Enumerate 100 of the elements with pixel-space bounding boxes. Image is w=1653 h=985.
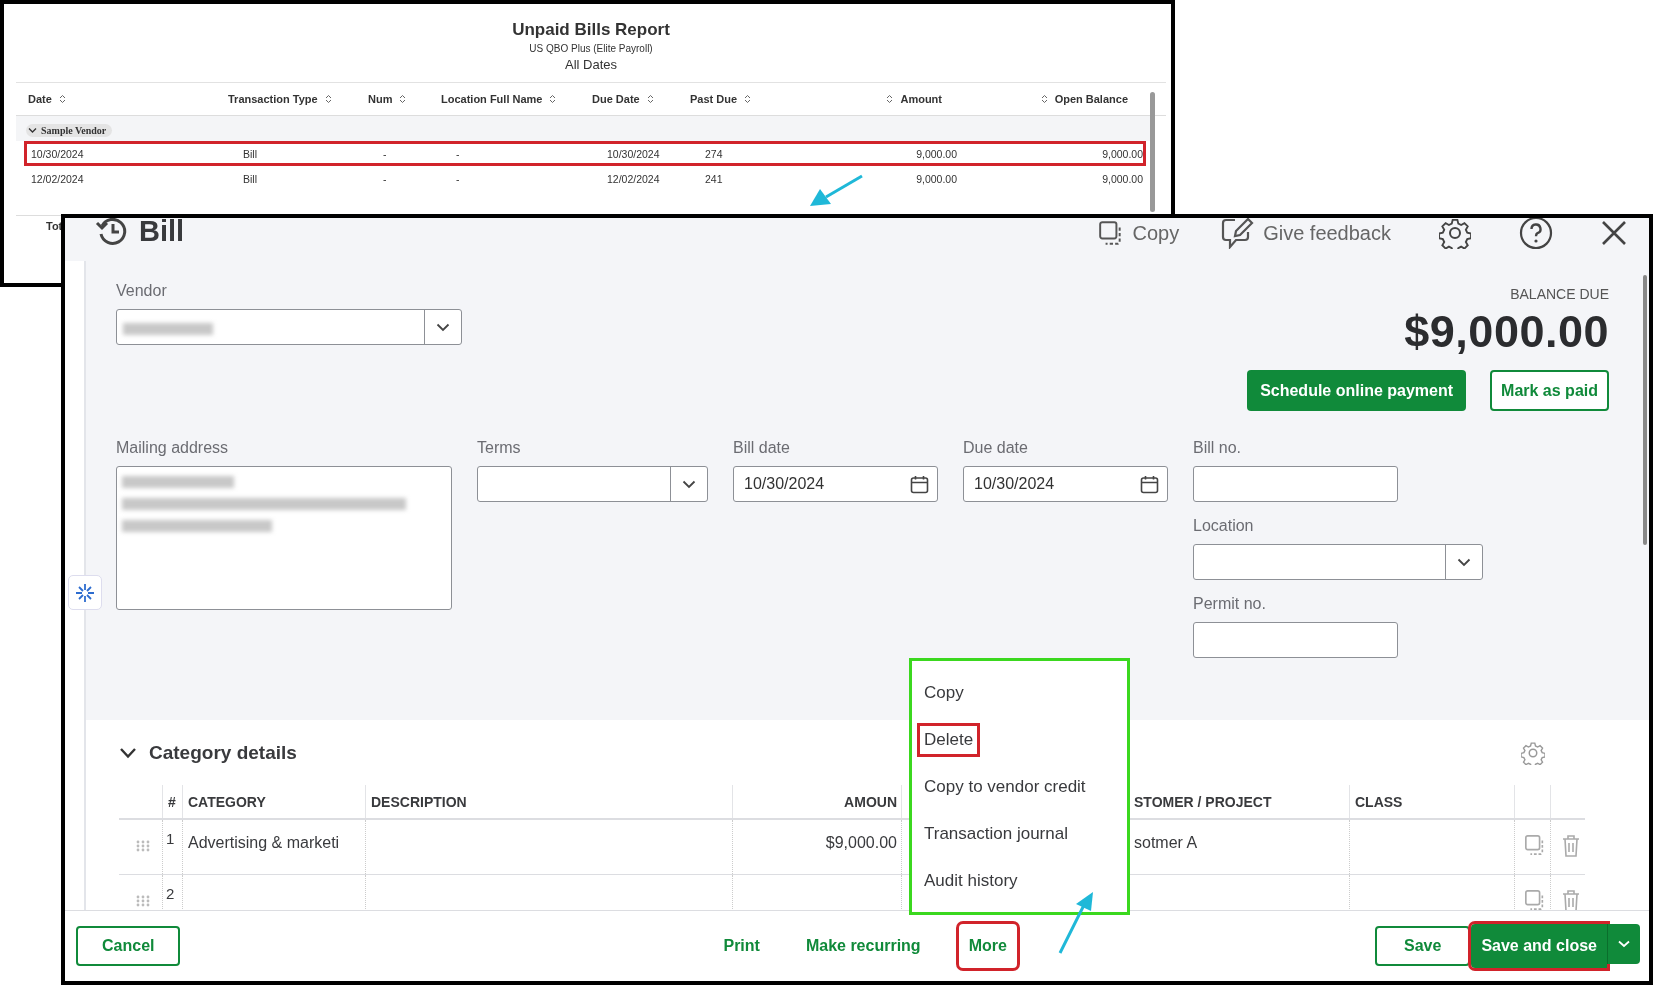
field-label: Terms bbox=[477, 439, 522, 457]
field-label: Bill no. bbox=[1193, 439, 1243, 457]
drag-handle-icon[interactable] bbox=[136, 840, 150, 852]
settings-icon[interactable] bbox=[1439, 218, 1471, 249]
group-header[interactable]: Sample Vendor bbox=[26, 124, 113, 137]
sort-icon[interactable] bbox=[744, 94, 752, 104]
table-cell: 241 bbox=[705, 173, 723, 185]
assistant-button[interactable] bbox=[68, 575, 102, 610]
table-cell: 10/30/2024 bbox=[31, 148, 84, 160]
close-icon[interactable] bbox=[1601, 220, 1627, 246]
column-header: CATEGORY bbox=[188, 793, 266, 810]
arrow bbox=[810, 174, 863, 206]
column-header: AMOUN bbox=[844, 793, 897, 810]
sort-icon[interactable] bbox=[549, 94, 557, 104]
table-cell[interactable]: sotmer A bbox=[1134, 834, 1198, 874]
save-and-close-button[interactable]: Save and close bbox=[1471, 924, 1607, 968]
sort-icon[interactable] bbox=[399, 94, 407, 104]
action-button[interactable]: Mark as paid bbox=[1490, 370, 1609, 411]
menu-item[interactable]: Audit history bbox=[917, 863, 1025, 898]
input-field[interactable] bbox=[1193, 466, 1398, 502]
action-button[interactable]: Schedule online payment bbox=[1247, 370, 1467, 411]
menu-item[interactable]: Delete bbox=[917, 722, 981, 757]
table-cell: - bbox=[456, 173, 460, 185]
row-number: 2 bbox=[166, 885, 175, 904]
column-header[interactable]: Past Due bbox=[690, 93, 810, 105]
table-cell[interactable]: $9,000.00 bbox=[825, 834, 897, 874]
sort-icon[interactable] bbox=[886, 94, 894, 104]
column-header: CLASS bbox=[1355, 793, 1403, 810]
table-cell: 12/02/2024 bbox=[607, 173, 660, 185]
section-toggle[interactable]: Category details bbox=[119, 742, 297, 764]
sort-icon[interactable] bbox=[646, 94, 654, 104]
feedback-icon bbox=[1221, 218, 1256, 249]
field-label: Location bbox=[1193, 517, 1255, 535]
sparkle-icon bbox=[75, 582, 95, 603]
column-header[interactable]: Date bbox=[28, 93, 228, 105]
report-period: All Dates bbox=[565, 57, 617, 72]
footer-link[interactable]: More bbox=[958, 924, 1017, 968]
drag-handle-icon[interactable] bbox=[136, 895, 150, 907]
dropdown-button[interactable] bbox=[1607, 924, 1640, 964]
chevron-down-icon[interactable] bbox=[436, 322, 450, 332]
sort-icon[interactable] bbox=[58, 94, 66, 104]
sort-icon[interactable] bbox=[324, 94, 332, 104]
report-subtitle: US QBO Plus (Elite Payroll) bbox=[529, 43, 653, 54]
table-cell: Bill bbox=[243, 173, 257, 185]
help-icon[interactable] bbox=[1519, 218, 1553, 250]
form-title: Bill bbox=[139, 218, 185, 248]
column-header[interactable]: Transaction Type bbox=[228, 93, 368, 105]
scrollbar[interactable] bbox=[1643, 275, 1647, 545]
input-field[interactable] bbox=[1193, 622, 1398, 658]
table-cell[interactable]: Advertising & marketi bbox=[188, 834, 340, 874]
table-cell: - bbox=[383, 173, 387, 185]
menu-item[interactable]: Copy bbox=[917, 675, 971, 710]
column-header: # bbox=[168, 793, 176, 810]
menu-item[interactable]: Transaction journal bbox=[917, 816, 1075, 851]
chevron-down-icon[interactable] bbox=[1457, 557, 1471, 567]
column-header[interactable]: Open Balance bbox=[942, 93, 1128, 105]
caret-icon bbox=[1618, 940, 1630, 948]
chevron-icon bbox=[28, 127, 37, 134]
field-label: Due date bbox=[963, 439, 1029, 457]
history-icon[interactable] bbox=[95, 218, 129, 248]
row-number: 1 bbox=[166, 830, 175, 849]
date-field[interactable]: 10/30/2024 bbox=[733, 466, 938, 502]
cancel-button[interactable]: Cancel bbox=[76, 926, 181, 966]
balance-amount: $9,000.00 bbox=[1404, 306, 1609, 358]
field-label: Mailing address bbox=[116, 439, 230, 457]
column-header[interactable]: Amount bbox=[810, 93, 942, 105]
sort-icon[interactable] bbox=[1040, 94, 1048, 104]
field-label: Bill date bbox=[733, 439, 791, 457]
column-header: DESCRIPTION bbox=[371, 793, 467, 810]
table-cell: 9,000.00 bbox=[916, 148, 957, 160]
column-header[interactable]: Num bbox=[368, 93, 441, 105]
balance-label: BALANCE DUE bbox=[1510, 286, 1609, 302]
date-field[interactable]: 10/30/2024 bbox=[963, 466, 1168, 502]
table-cell: 9,000.00 bbox=[1102, 173, 1143, 185]
table-cell: 10/30/2024 bbox=[607, 148, 660, 160]
table-cell: 274 bbox=[705, 148, 723, 160]
menu-item[interactable]: Copy to vendor credit bbox=[917, 769, 1093, 804]
column-header[interactable]: Due Date bbox=[592, 93, 690, 105]
field-label: Permit no. bbox=[1193, 595, 1267, 613]
arrow bbox=[1058, 892, 1093, 954]
table-cell: - bbox=[456, 148, 460, 160]
total-label: Tot bbox=[46, 220, 63, 232]
table-cell: Bill bbox=[243, 148, 257, 160]
address-field[interactable] bbox=[116, 466, 452, 610]
calendar-icon[interactable] bbox=[1140, 474, 1159, 494]
table-cell: 12/02/2024 bbox=[31, 173, 84, 185]
toolbar-button[interactable]: Copy bbox=[1098, 220, 1180, 246]
chevron-down-icon[interactable] bbox=[682, 479, 696, 489]
table-cell: - bbox=[383, 148, 387, 160]
footer-link[interactable]: Print bbox=[715, 926, 768, 966]
table-cell: 9,000.00 bbox=[1102, 148, 1143, 160]
toolbar-button[interactable]: Give feedback bbox=[1221, 218, 1391, 249]
field-label: Vendor bbox=[116, 282, 168, 300]
footer-link[interactable]: Make recurring bbox=[797, 926, 929, 966]
scrollbar[interactable] bbox=[1150, 92, 1155, 212]
save-button[interactable]: Save bbox=[1375, 926, 1471, 966]
column-header[interactable]: Location Full Name bbox=[441, 93, 592, 105]
table-cell: 9,000.00 bbox=[916, 173, 957, 185]
report-title: Unpaid Bills Report bbox=[512, 20, 670, 40]
calendar-icon[interactable] bbox=[910, 474, 929, 494]
